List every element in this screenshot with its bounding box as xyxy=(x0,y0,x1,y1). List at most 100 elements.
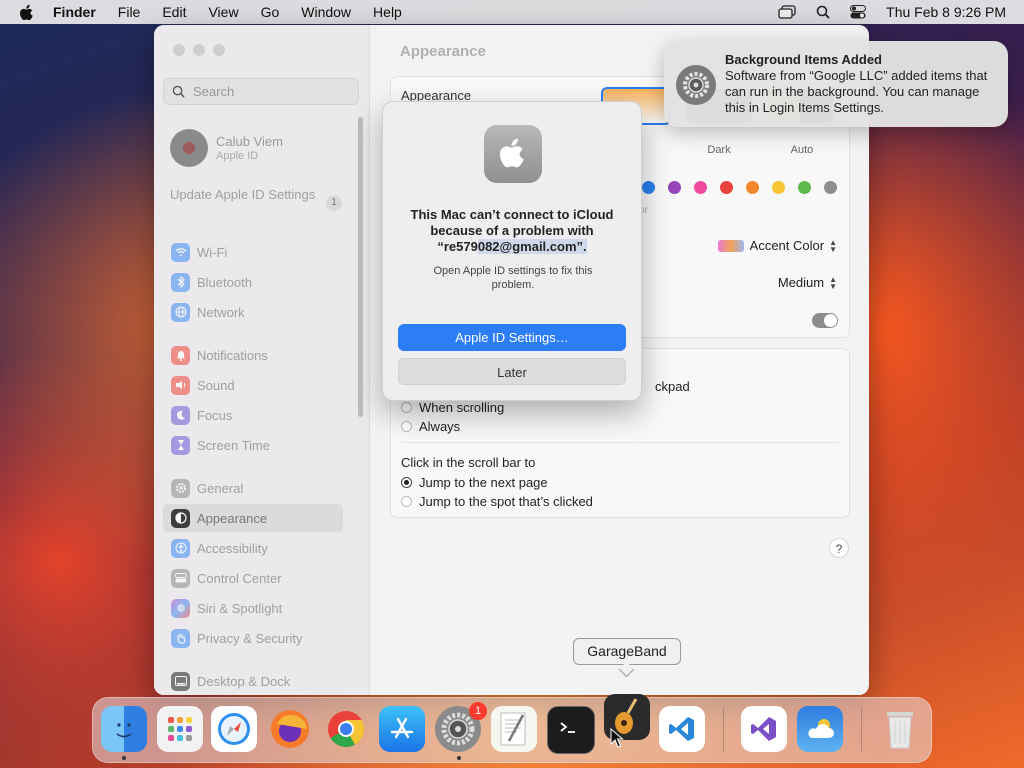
menu-file[interactable]: File xyxy=(118,4,141,20)
terminal-icon[interactable] xyxy=(547,706,595,754)
account-subtitle: Apple ID xyxy=(216,150,259,162)
radio-button[interactable] xyxy=(401,421,412,432)
running-indicator xyxy=(457,756,461,760)
apple-logo-icon xyxy=(484,125,542,183)
zoom-button[interactable] xyxy=(213,44,225,56)
sidebar-item-control-center[interactable]: Control Center xyxy=(163,564,343,592)
highlight-color-select[interactable]: Accent Color ▲ ▼ xyxy=(717,238,837,253)
finder-icon[interactable] xyxy=(101,706,147,752)
bluetooth-icon xyxy=(171,272,190,292)
minimize-button[interactable] xyxy=(193,44,205,56)
radio-button-selected[interactable] xyxy=(401,477,412,488)
control-center-icon[interactable] xyxy=(850,5,867,19)
show-scroll-always[interactable]: Always xyxy=(401,419,460,434)
sidebar-scrollbar[interactable] xyxy=(358,117,363,417)
sidebar-item-label: Accessibility xyxy=(197,540,268,556)
apple-menu-icon[interactable] xyxy=(19,4,37,21)
divider xyxy=(401,442,839,443)
accent-color-graphite[interactable] xyxy=(824,181,837,194)
account-name: Calub Viem xyxy=(216,134,283,149)
auto-mode-label: Auto xyxy=(790,144,814,156)
wifi-icon xyxy=(171,242,190,262)
icloud-alert-dialog: This Mac can’t connect to iCloud because… xyxy=(382,101,642,401)
menubar-clock[interactable]: Thu Feb 8 9:26 PM xyxy=(886,4,1006,20)
firefox-icon[interactable] xyxy=(267,706,313,752)
sidebar-item-network[interactable]: Network xyxy=(163,298,343,326)
accent-color-orange[interactable] xyxy=(746,181,759,194)
launchpad-icon[interactable] xyxy=(157,706,203,752)
sidebar-item-siri-spotlight[interactable]: Siri & Spotlight xyxy=(163,594,343,622)
visual-studio-icon[interactable] xyxy=(741,706,787,752)
sidebar-item-label: Desktop & Dock xyxy=(197,673,291,689)
show-scroll-when-scrolling[interactable]: When scrolling xyxy=(401,400,504,415)
sidebar-item-appearance[interactable]: Appearance xyxy=(163,504,343,532)
trackpad-option-fragment: ckpad xyxy=(655,379,690,394)
window-controls xyxy=(173,44,225,56)
display-icon[interactable] xyxy=(778,5,796,19)
menu-go[interactable]: Go xyxy=(261,4,280,20)
sidebar-icon-size-select[interactable]: Medium ▲ ▼ xyxy=(778,275,837,290)
menu-help[interactable]: Help xyxy=(373,4,402,20)
textedit-icon[interactable] xyxy=(491,706,537,752)
moon-icon xyxy=(171,405,190,425)
sidebar-item-label: Notifications xyxy=(197,347,268,363)
sidebar-item-sound[interactable]: Sound xyxy=(163,371,343,399)
hourglass-icon xyxy=(171,435,190,455)
menu-view[interactable]: View xyxy=(208,4,238,20)
sidebar-item-label: Siri & Spotlight xyxy=(197,600,283,616)
sidebar-item-focus[interactable]: Focus xyxy=(163,401,343,429)
sidebar-item-privacy-security[interactable]: Privacy & Security xyxy=(163,624,343,652)
search-icon[interactable] xyxy=(816,5,830,19)
safari-icon[interactable] xyxy=(211,706,257,752)
notification-body: Software from “Google LLC” added items t… xyxy=(725,68,988,115)
sidebar-search-input[interactable]: Search xyxy=(163,78,359,105)
accent-color-green[interactable] xyxy=(798,181,811,194)
radio-label: Jump to the next page xyxy=(419,475,548,490)
background-items-notification[interactable]: Background Items Added Software from “Go… xyxy=(664,41,1008,127)
vscode-icon[interactable] xyxy=(659,706,705,752)
chrome-icon[interactable] xyxy=(323,706,369,752)
accent-color-yellow[interactable] xyxy=(772,181,785,194)
sidebar-item-notifications[interactable]: Notifications xyxy=(163,341,343,369)
trash-icon[interactable] xyxy=(877,706,923,752)
siri-icon xyxy=(171,598,190,618)
dock: 1 xyxy=(92,694,932,763)
hand-icon xyxy=(171,628,190,648)
weather-icon[interactable] xyxy=(797,706,843,752)
radio-button[interactable] xyxy=(401,496,412,507)
sidebar-item-label: Network xyxy=(197,304,245,320)
radio-label: When scrolling xyxy=(419,400,505,415)
update-apple-id-item[interactable]: Update Apple ID Settings 1 xyxy=(170,187,342,211)
accent-color-purple[interactable] xyxy=(668,181,681,194)
sidebar-item-bluetooth[interactable]: Bluetooth xyxy=(163,268,343,296)
sidebar-item-accessibility[interactable]: Accessibility xyxy=(163,534,343,562)
app-store-icon[interactable] xyxy=(379,706,425,752)
accent-color-blue[interactable] xyxy=(642,181,655,194)
later-button[interactable]: Later xyxy=(398,358,626,385)
sidebar-item-wifi[interactable]: Wi-Fi xyxy=(163,238,343,266)
click-next-page-option[interactable]: Jump to the next page xyxy=(401,475,548,490)
wallpaper-tinting-toggle[interactable] xyxy=(812,313,838,328)
click-spot-option[interactable]: Jump to the spot that’s clicked xyxy=(401,494,593,509)
help-button[interactable]: ? xyxy=(829,538,849,558)
sidebar-item-label: Focus xyxy=(197,407,233,423)
avatar xyxy=(170,129,208,167)
accent-color-pink[interactable] xyxy=(694,181,707,194)
radio-button[interactable] xyxy=(401,402,412,413)
sidebar-item-screen-time[interactable]: Screen Time xyxy=(163,431,343,459)
menu-finder[interactable]: Finder xyxy=(53,4,96,20)
dialog-message-selection: 082@gmail.com”. xyxy=(477,239,587,254)
accessibility-icon xyxy=(171,538,190,558)
speaker-icon xyxy=(171,375,190,395)
apple-id-account[interactable]: Calub Viem Apple ID xyxy=(170,129,283,167)
sidebar-item-general[interactable]: General xyxy=(163,474,343,502)
menu-window[interactable]: Window xyxy=(301,4,351,20)
control-center-icon xyxy=(171,568,190,588)
accent-color-red[interactable] xyxy=(720,181,733,194)
sidebar-item-label: Control Center xyxy=(197,570,282,586)
apple-id-settings-button[interactable]: Apple ID Settings… xyxy=(398,324,626,351)
sidebar-item-desktop-dock[interactable]: Desktop & Dock xyxy=(163,667,343,695)
close-button[interactable] xyxy=(173,44,185,56)
menu-edit[interactable]: Edit xyxy=(162,4,186,20)
highlight-color-value: Accent Color xyxy=(749,238,825,253)
